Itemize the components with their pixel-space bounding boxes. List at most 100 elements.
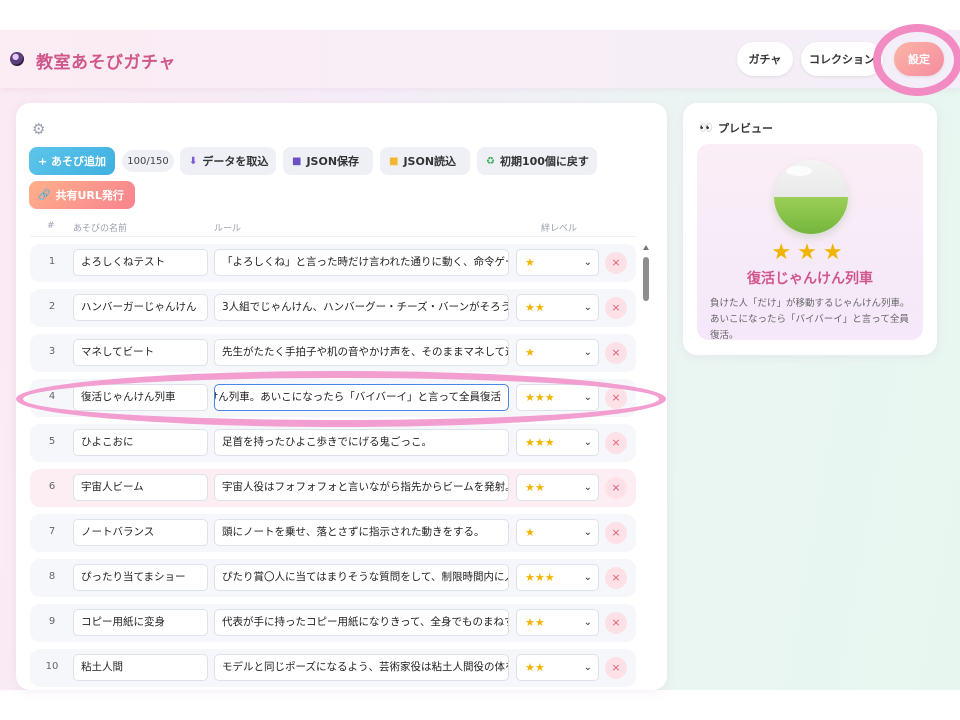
game-rule-input[interactable]: 代表が手に持ったコピー用紙になりきって、全身でものまねする。	[214, 609, 509, 636]
game-rule-input[interactable]: じゃんけん列車。あいこになったら「バイバーイ」と言って全員復活。	[214, 384, 509, 411]
folder-icon: ■	[389, 155, 399, 167]
header-rule: ルール	[214, 224, 242, 234]
game-name-input[interactable]: 復活じゃんけん列車	[73, 384, 208, 411]
row-number: 9	[48, 616, 56, 627]
recycle-icon: ♻	[486, 155, 495, 167]
game-rule-input[interactable]: 頭にノートを乗せ、落とさずに指示された動きをする。	[214, 519, 509, 546]
import-data-button[interactable]: ⬇ データを取込	[180, 147, 276, 175]
json-save-button[interactable]: ■ JSON保存	[283, 147, 373, 175]
chevron-down-icon: ⌄	[583, 437, 592, 448]
level-select[interactable]: ★★ ⌄	[516, 654, 599, 681]
level-stars: ★★★	[525, 391, 555, 404]
chevron-down-icon: ⌄	[583, 572, 592, 583]
game-name-input[interactable]: コピー用紙に変身	[73, 609, 208, 636]
preview-title: プレビュー	[718, 122, 773, 135]
table-row: 10 粘土人間 モデルと同じポーズになるよう、芸術家役は粘土人間役の体を動 ★★ ⌄ ×	[30, 649, 636, 687]
level-select[interactable]: ★ ⌄	[516, 339, 599, 366]
json-load-button[interactable]: ■ JSON読込	[380, 147, 470, 175]
delete-button[interactable]: ×	[605, 477, 627, 499]
reset-default-button[interactable]: ♻ 初期100個に戻す	[477, 147, 597, 175]
level-select[interactable]: ★★★ ⌄	[516, 429, 599, 456]
row-number: 4	[48, 391, 56, 402]
level-stars: ★★★	[525, 436, 555, 449]
add-label: + あそび追加	[38, 155, 107, 168]
level-select[interactable]: ★★ ⌄	[516, 294, 599, 321]
share-url-button[interactable]: 🔗 共有URL発行	[29, 181, 135, 209]
add-game-button[interactable]: + あそび追加	[29, 147, 115, 175]
nav-settings-button[interactable]: 設定	[894, 42, 944, 76]
level-select[interactable]: ★★★ ⌄	[516, 384, 599, 411]
table-row: 5 ひよこおに 足首を持ったひよこ歩きでにげる鬼ごっこ。 ★★★ ⌄ ×	[30, 424, 636, 462]
level-stars: ★★★	[525, 571, 555, 584]
gacha-capsule-icon	[774, 160, 848, 234]
chevron-down-icon: ⌄	[583, 302, 592, 313]
link-icon: 🔗	[38, 189, 51, 201]
chevron-down-icon: ⌄	[583, 257, 592, 268]
game-name-input[interactable]: 粘土人間	[73, 654, 208, 681]
delete-button[interactable]: ×	[605, 612, 627, 634]
game-rule-input[interactable]: モデルと同じポーズになるよう、芸術家役は粘土人間役の体を動	[214, 654, 509, 681]
table-row: 8 ぴったり当てまショー ぴたり賞〇人に当てはまりそうな質問をして、制限時間内に人数…	[30, 559, 636, 597]
delete-button[interactable]: ×	[605, 297, 627, 319]
delete-button[interactable]: ×	[605, 657, 627, 679]
level-select[interactable]: ★★ ⌄	[516, 474, 599, 501]
import-icon: ⬇	[189, 155, 198, 167]
header-number: #	[47, 221, 55, 231]
row-number: 10	[45, 661, 59, 672]
table-row: 3 マネしてビート 先生がたたく手拍子や机の音やかけ声を、そのままマネして返す。 ★ ⌄…	[30, 334, 636, 372]
scrollbar-thumb[interactable]	[643, 257, 649, 301]
reset-label: 初期100個に戻す	[499, 155, 589, 168]
table-row: 2 ハンバーガーじゃんけん3人組でじゃんけん、ハンバーグー・チーズ・バーンがそろう…	[30, 289, 636, 327]
table-row: 7 ノートバランス 頭にノートを乗せ、落とさずに指示された動きをする。 ★ ⌄ ×	[30, 514, 636, 552]
nav-collection-button[interactable]: コレクション	[801, 42, 883, 76]
delete-button[interactable]: ×	[605, 387, 627, 409]
game-rule-input[interactable]: 足首を持ったひよこ歩きでにげる鬼ごっこ。	[214, 429, 509, 456]
save-icon: ■	[292, 155, 302, 167]
row-number: 3	[48, 346, 56, 357]
level-stars: ★	[525, 346, 535, 359]
nav-gacha-button[interactable]: ガチャ	[737, 42, 793, 76]
preview-description: 負けた人「だけ」が移動するじゃんけん列車。あいこになったら「バイバーイ」と言って…	[710, 298, 910, 341]
level-select[interactable]: ★★★ ⌄	[516, 564, 599, 591]
row-number: 8	[48, 571, 56, 582]
header-divider	[30, 236, 636, 237]
game-rule-input[interactable]: 「よろしくね」と言った時だけ言われた通りに動く、命令ゲーム。	[214, 249, 509, 276]
gear-icon: ⚙	[32, 120, 46, 138]
row-number: 7	[48, 526, 56, 537]
scroll-up-arrow-icon[interactable]	[643, 245, 649, 250]
delete-button[interactable]: ×	[605, 342, 627, 364]
game-name-input[interactable]: ノートバランス	[73, 519, 208, 546]
json-load-label: JSON読込	[403, 155, 457, 168]
level-stars: ★	[525, 526, 535, 539]
game-name-input[interactable]: 宇宙人ビーム	[73, 474, 208, 501]
crystal-ball-icon	[10, 52, 24, 66]
preview-stars: ★★★	[771, 240, 849, 265]
delete-button[interactable]: ×	[605, 252, 627, 274]
game-name-input[interactable]: ハンバーガーじゃんけん	[73, 294, 208, 321]
chevron-down-icon: ⌄	[583, 617, 592, 628]
game-name-input[interactable]: マネしてビート	[73, 339, 208, 366]
level-select[interactable]: ★ ⌄	[516, 249, 599, 276]
list-scrollbar[interactable]	[640, 244, 652, 690]
game-rule-input[interactable]: ぴたり賞〇人に当てはまりそうな質問をして、制限時間内に人数	[214, 564, 509, 591]
delete-button[interactable]: ×	[605, 432, 627, 454]
import-label: データを取込	[202, 155, 269, 168]
json-save-label: JSON保存	[306, 155, 360, 168]
row-number: 5	[48, 436, 56, 447]
level-select[interactable]: ★★ ⌄	[516, 609, 599, 636]
game-name-input[interactable]: ひよこおに	[73, 429, 208, 456]
row-number: 2	[48, 301, 56, 312]
game-rule-input[interactable]: 宇宙人役はフォフォフォと言いながら指先からビームを発射。上ビー	[214, 474, 509, 501]
app-title: 教室あそびガチャ	[36, 53, 176, 73]
eyes-icon: 👀	[699, 121, 713, 134]
level-stars: ★★	[525, 481, 545, 494]
game-name-input[interactable]: よろしくねテスト	[73, 249, 208, 276]
table-row: 1 よろしくねテスト 「よろしくね」と言った時だけ言われた通りに動く、命令ゲーム。 ★…	[30, 244, 636, 282]
game-rule-input[interactable]: 3人組でじゃんけん、ハンバーグー・チーズ・バーンがそろうと「いただき	[214, 294, 509, 321]
row-number: 6	[48, 481, 56, 492]
game-name-input[interactable]: ぴったり当てまショー	[73, 564, 208, 591]
delete-button[interactable]: ×	[605, 567, 627, 589]
delete-button[interactable]: ×	[605, 522, 627, 544]
game-rule-input[interactable]: 先生がたたく手拍子や机の音やかけ声を、そのままマネして返す。	[214, 339, 509, 366]
level-select[interactable]: ★ ⌄	[516, 519, 599, 546]
